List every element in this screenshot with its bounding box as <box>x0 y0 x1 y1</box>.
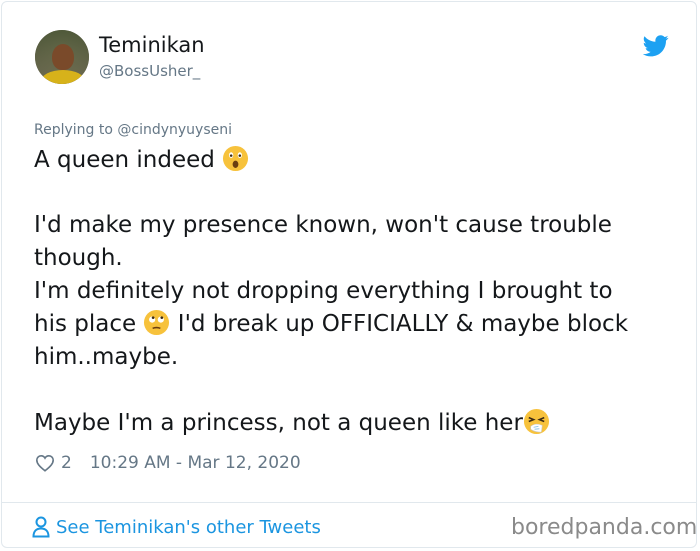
astonished-face-icon <box>223 145 249 172</box>
tweet-line-5: his place I'd break up OFFICIALLY & mayb… <box>34 309 629 337</box>
person-icon <box>32 516 50 538</box>
tweet-timestamp[interactable]: 10:29 AM - Mar 12, 2020 <box>90 453 301 473</box>
display-name[interactable]: Teminikan <box>99 33 205 57</box>
tweet-line-1: A queen indeed <box>34 144 249 177</box>
heart-icon[interactable] <box>35 454 55 472</box>
sneezing-face-icon <box>523 408 549 435</box>
tweet-meta: 2 10:29 AM - Mar 12, 2020 <box>35 453 301 473</box>
user-handle[interactable]: @BossUsher_ <box>99 62 200 80</box>
rolling-eyes-icon <box>144 309 170 336</box>
tweet-line-4: I'm definitely not dropping everything I… <box>34 278 613 304</box>
see-other-tweets-link[interactable]: See Teminikan's other Tweets <box>32 516 321 538</box>
avatar[interactable] <box>35 30 89 84</box>
tweet-card: Teminikan @BossUsher_ Replying to @cindy… <box>1 1 697 548</box>
replying-to[interactable]: Replying to @cindynyuyseni <box>34 122 232 138</box>
like-count[interactable]: 2 <box>61 453 72 473</box>
divider <box>2 502 696 503</box>
see-other-tweets-label[interactable]: See Teminikan's other Tweets <box>56 517 321 538</box>
tweet-line-2: I'd make my presence known, won't cause … <box>34 212 612 238</box>
tweet-line-3: though. <box>34 245 123 271</box>
watermark: boredpanda.com <box>511 515 698 540</box>
tweet-line-6: him..maybe. <box>34 344 179 370</box>
twitter-bird-icon[interactable] <box>643 35 669 57</box>
tweet-line-7: Maybe I'm a princess, not a queen like h… <box>34 407 550 440</box>
